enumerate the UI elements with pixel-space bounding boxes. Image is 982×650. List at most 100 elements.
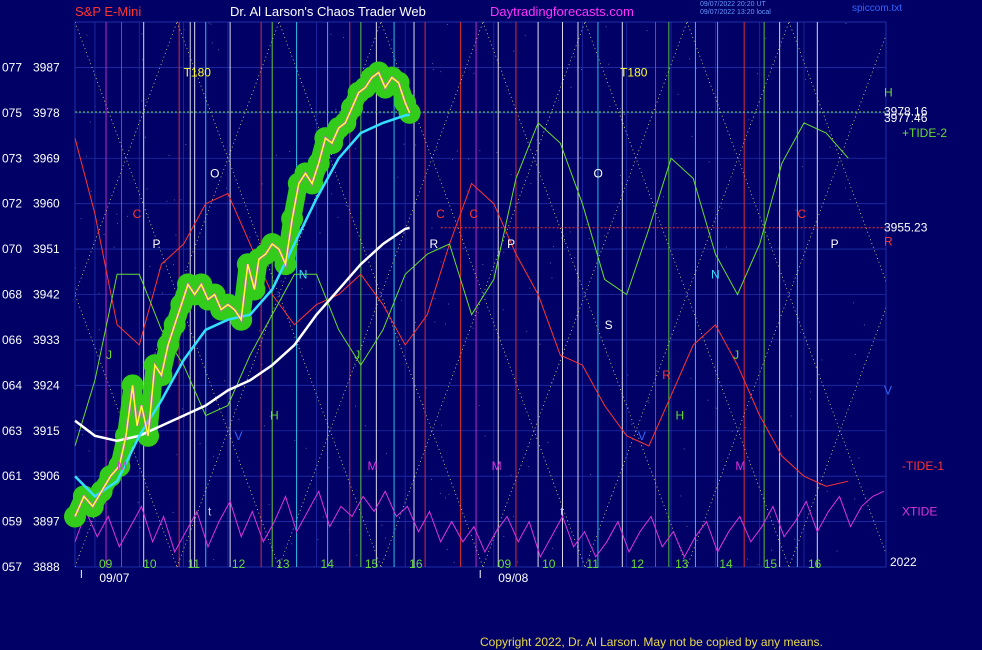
star-dot	[680, 495, 682, 497]
star-dot	[98, 349, 100, 351]
star-dot	[401, 299, 403, 301]
x-tick-label: 16	[808, 557, 822, 571]
star-dot	[85, 155, 87, 157]
x-tick-label: 15	[365, 557, 379, 571]
star-dot	[150, 291, 152, 293]
annotation-label: H	[270, 409, 279, 423]
star-dot	[858, 457, 860, 459]
y-tick-left: 075	[2, 106, 22, 120]
x-tick-label: 13	[276, 557, 290, 571]
star-dot	[510, 174, 512, 176]
y-tick-label: 3933	[33, 333, 60, 347]
star-dot	[403, 143, 405, 145]
site-title: Dr. Al Larson's Chaos Trader Web	[230, 4, 426, 19]
star-dot	[646, 29, 648, 31]
star-dot	[331, 193, 333, 195]
star-dot	[771, 549, 773, 551]
star-dot	[689, 58, 691, 60]
y-tick-label: 3978	[33, 106, 60, 120]
x-tick-label: 16	[409, 557, 423, 571]
star-dot	[478, 405, 480, 407]
star-dot	[844, 187, 846, 189]
right-label: 3977.46	[884, 111, 928, 125]
star-dot	[725, 246, 727, 248]
annotation-label: M	[492, 459, 502, 473]
star-dot	[440, 261, 442, 263]
star-dot	[586, 223, 588, 225]
star-dot	[683, 448, 685, 450]
star-dot	[564, 240, 566, 242]
right-label: 3955.23	[884, 221, 928, 235]
star-dot	[707, 399, 709, 401]
star-dot	[765, 37, 767, 39]
star-dot	[226, 187, 228, 189]
star-dot	[137, 502, 139, 504]
star-dot	[98, 292, 100, 294]
star-dot	[422, 403, 424, 405]
star-dot	[810, 391, 812, 393]
y-tick-left: 070	[2, 242, 22, 256]
star-dot	[826, 490, 828, 492]
copyright-text: Copyright 2022, Dr. Al Larson. May not b…	[480, 635, 823, 649]
star-dot	[330, 33, 332, 35]
star-dot	[180, 199, 182, 201]
star-dot	[98, 329, 100, 331]
star-dot	[301, 288, 303, 290]
star-dot	[385, 452, 387, 454]
star-dot	[146, 188, 148, 190]
star-dot	[863, 324, 865, 326]
y-tick-left: 057	[2, 560, 22, 574]
x-tick-label: 11	[586, 557, 599, 571]
star-dot	[139, 526, 141, 528]
y-tick-label: 3915	[33, 424, 60, 438]
star-dot	[517, 561, 519, 563]
y-tick-left: 072	[2, 197, 22, 211]
star-dot	[434, 297, 436, 299]
star-dot	[801, 166, 803, 168]
star-dot	[397, 176, 399, 178]
star-dot	[648, 402, 650, 404]
star-dot	[354, 365, 356, 367]
star-dot	[721, 207, 723, 209]
annotation-label: O	[210, 166, 219, 180]
star-dot	[432, 68, 434, 70]
right-label: XTIDE	[902, 504, 937, 518]
timestamp-ut: 09/07/2022 20:20 UT	[700, 1, 766, 8]
star-dot	[291, 543, 293, 545]
star-dot	[450, 107, 452, 109]
star-dot	[466, 190, 468, 192]
star-dot	[496, 152, 498, 154]
star-dot	[335, 108, 337, 110]
x-tick-label: 12	[232, 557, 246, 571]
star-dot	[261, 183, 263, 185]
star-dot	[436, 148, 438, 150]
star-dot	[677, 93, 679, 95]
star-dot	[627, 374, 629, 376]
star-dot	[619, 175, 621, 177]
annotation-label: P	[153, 237, 161, 251]
star-dot	[263, 425, 265, 427]
star-dot	[795, 209, 797, 211]
star-dot	[141, 100, 143, 102]
star-dot	[513, 50, 515, 52]
star-dot	[528, 466, 530, 468]
y-tick-left: 068	[2, 288, 22, 302]
star-dot	[631, 423, 633, 425]
star-dot	[147, 214, 149, 216]
star-dot	[529, 287, 531, 289]
star-dot	[276, 154, 278, 156]
y-tick-label: 3942	[33, 288, 60, 302]
y-tick-label: 3960	[33, 197, 60, 211]
star-dot	[524, 35, 526, 37]
star-dot	[845, 23, 847, 25]
annotation-label: V	[235, 429, 243, 443]
right-label: -TIDE-1	[902, 459, 944, 473]
year-label: 2022	[890, 555, 917, 569]
annotation-label: S	[605, 318, 613, 332]
site-url[interactable]: Daytradingforecasts.com	[490, 4, 634, 19]
star-dot	[434, 321, 436, 323]
y-tick-left: 064	[2, 378, 22, 392]
star-dot	[747, 558, 749, 560]
y-tick-left: 063	[2, 424, 22, 438]
star-dot	[790, 415, 792, 417]
